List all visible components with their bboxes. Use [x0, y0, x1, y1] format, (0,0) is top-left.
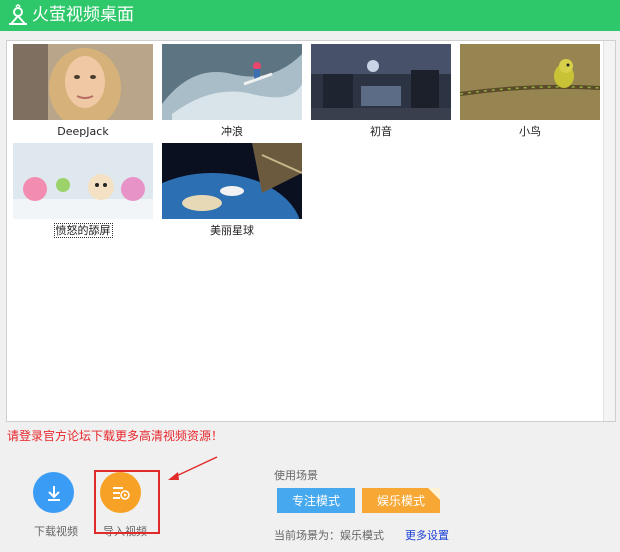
video-tile-angry-birds[interactable]: 愤怒的舔屏 — [13, 143, 153, 238]
video-title: 初音 — [370, 125, 392, 138]
more-settings-link[interactable]: 更多设置 — [405, 527, 449, 543]
entertainment-mode-label: 娱乐模式 — [376, 494, 425, 508]
video-tile-beautiful-planet[interactable]: 美丽星球 — [162, 143, 302, 238]
video-title: DeepJack — [57, 125, 109, 138]
video-thumbnail — [162, 44, 302, 120]
video-thumbnail — [162, 143, 302, 219]
focus-mode-button[interactable]: 专注模式 — [277, 488, 355, 513]
video-tile-bird[interactable]: 小鸟 — [460, 44, 600, 139]
firefly-logo-icon — [9, 4, 27, 25]
video-tile-surf[interactable]: 冲浪 — [162, 44, 302, 139]
video-grid: DeepJack 冲浪 初音 小鸟 愤怒的舔屏 美丽星球 — [6, 40, 616, 422]
login-notice[interactable]: 请登录官方论坛下载更多高清视频资源！ — [7, 427, 223, 444]
title-bar: 火萤视频桌面 — [0, 0, 620, 31]
video-thumbnail — [311, 44, 451, 120]
download-video-button[interactable] — [33, 472, 74, 513]
vertical-scrollbar[interactable] — [603, 41, 615, 421]
video-title: 愤怒的舔屏 — [53, 223, 113, 238]
video-thumbnail — [460, 44, 600, 120]
selected-corner-icon — [428, 488, 440, 500]
scene-heading: 使用场景 — [274, 469, 318, 482]
app-title: 火萤视频桌面 — [32, 5, 134, 25]
video-title: 小鸟 — [519, 125, 541, 138]
video-tile-deepjack[interactable]: DeepJack — [13, 44, 153, 139]
video-tile-hatsune[interactable]: 初音 — [311, 44, 451, 139]
video-title: 美丽星球 — [210, 224, 254, 237]
pointer-arrow — [168, 456, 218, 480]
entertainment-mode-button[interactable]: 娱乐模式 — [362, 488, 440, 513]
video-thumbnail — [13, 44, 153, 120]
focus-mode-label: 专注模式 — [291, 494, 340, 508]
download-video-label: 下载视频 — [34, 525, 78, 538]
bottom-toolbar: 下载视频 导入视频 使用场景 专注模式 娱乐模式 当前场景为：娱乐模式 更多设置 — [0, 446, 620, 552]
current-scene-text: 当前场景为：娱乐模式 — [274, 529, 384, 542]
video-title: 冲浪 — [221, 125, 243, 138]
download-icon — [47, 485, 60, 501]
highlight-box — [94, 470, 160, 534]
video-thumbnail — [13, 143, 153, 219]
